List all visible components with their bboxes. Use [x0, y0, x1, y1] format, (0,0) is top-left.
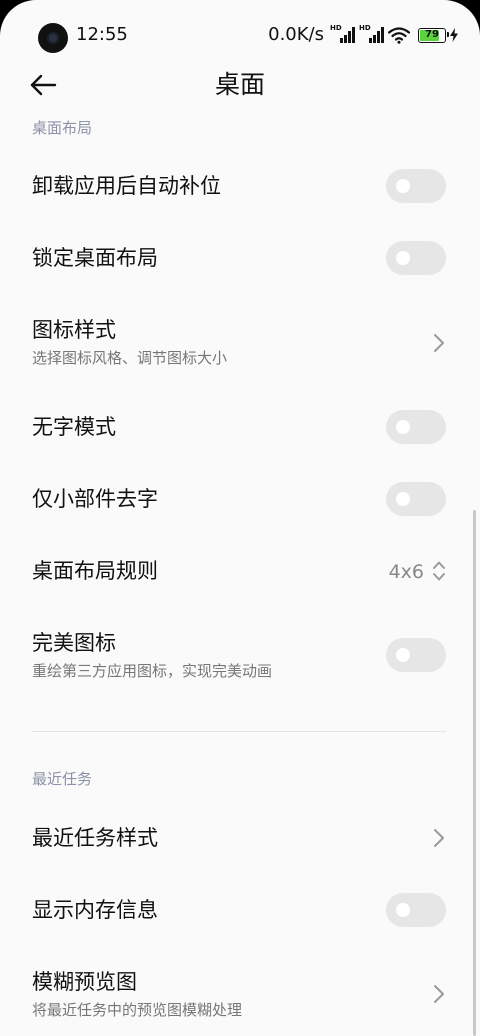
toggle-knob	[396, 179, 410, 193]
signal-hd-label: HD	[330, 24, 342, 32]
no-text-mode-toggle[interactable]	[386, 410, 446, 444]
setting-title: 完美图标	[32, 631, 116, 655]
page-header: 桌面	[0, 62, 480, 108]
auto-fill-toggle[interactable]	[386, 169, 446, 203]
section-header-recent-tasks: 最近任务	[32, 770, 93, 788]
signal-hd-label-2: HD	[359, 24, 371, 32]
toggle-knob	[396, 251, 410, 265]
setting-subtitle: 选择图标风格、调节图标大小	[32, 349, 228, 367]
setting-row-auto-fill[interactable]: 卸载应用后自动补位	[0, 150, 480, 222]
layout-rule-value: 4x6	[388, 561, 424, 583]
status-bar: 12:55 0.0K/s HD HD 79	[0, 0, 480, 70]
wifi-icon	[388, 26, 410, 44]
up-down-chevron-icon	[433, 561, 445, 581]
setting-row-perfect-icons[interactable]: 完美图标 重绘第三方应用图标，实现完美动画	[0, 608, 480, 702]
section-header-desktop-layout: 桌面布局	[32, 119, 93, 137]
setting-title: 图标样式	[32, 318, 116, 342]
setting-title: 无字模式	[32, 415, 116, 439]
chevron-right-icon	[434, 829, 444, 847]
status-time: 12:55	[76, 24, 128, 45]
setting-title: 锁定桌面布局	[32, 246, 158, 270]
setting-row-no-text-mode[interactable]: 无字模式	[0, 391, 480, 463]
setting-row-blur-preview[interactable]: 模糊预览图 将最近任务中的预览图模糊处理	[0, 946, 480, 1036]
setting-row-recent-style[interactable]: 最近任务样式	[0, 802, 480, 874]
setting-row-icon-style[interactable]: 图标样式 选择图标风格、调节图标大小	[0, 296, 480, 390]
network-speed: 0.0K/s	[268, 24, 324, 45]
setting-title: 卸载应用后自动补位	[32, 174, 221, 198]
signal-strength-icon-2: HD	[359, 24, 384, 43]
chevron-right-icon	[434, 334, 444, 352]
setting-title: 最近任务样式	[32, 826, 158, 850]
status-icons: 0.0K/s HD HD 79	[268, 24, 458, 46]
setting-title: 仅小部件去字	[32, 487, 158, 511]
settings-screen: 12:55 0.0K/s HD HD 79 桌面 桌面布局 卸载应用后自动补位 …	[0, 0, 480, 1036]
toggle-knob	[396, 903, 410, 917]
lock-layout-toggle[interactable]	[386, 241, 446, 275]
toggle-knob	[396, 492, 410, 506]
charging-bolt-icon	[450, 28, 458, 42]
battery-percent: 79	[425, 28, 439, 40]
scrollbar[interactable]	[473, 510, 476, 1036]
setting-title: 模糊预览图	[32, 970, 137, 994]
chevron-right-icon	[434, 985, 444, 1003]
widget-no-text-toggle[interactable]	[386, 482, 446, 516]
toggle-knob	[396, 648, 410, 662]
signal-strength-icon: HD	[330, 24, 355, 43]
toggle-knob	[396, 420, 410, 434]
page-title: 桌面	[214, 70, 265, 99]
setting-row-widget-no-text[interactable]: 仅小部件去字	[0, 463, 480, 535]
setting-row-lock-layout[interactable]: 锁定桌面布局	[0, 222, 480, 294]
setting-row-memory-info[interactable]: 显示内存信息	[0, 874, 480, 946]
setting-subtitle: 重绘第三方应用图标，实现完美动画	[32, 662, 273, 680]
setting-row-layout-rule[interactable]: 桌面布局规则 4x6	[0, 535, 480, 607]
memory-info-toggle[interactable]	[386, 893, 446, 927]
setting-subtitle: 将最近任务中的预览图模糊处理	[32, 1001, 243, 1019]
front-camera-icon	[38, 23, 68, 53]
setting-title: 桌面布局规则	[32, 559, 158, 583]
battery-icon: 79	[418, 27, 449, 43]
perfect-icons-toggle[interactable]	[386, 638, 446, 672]
section-divider	[32, 731, 446, 732]
setting-title: 显示内存信息	[32, 898, 158, 922]
